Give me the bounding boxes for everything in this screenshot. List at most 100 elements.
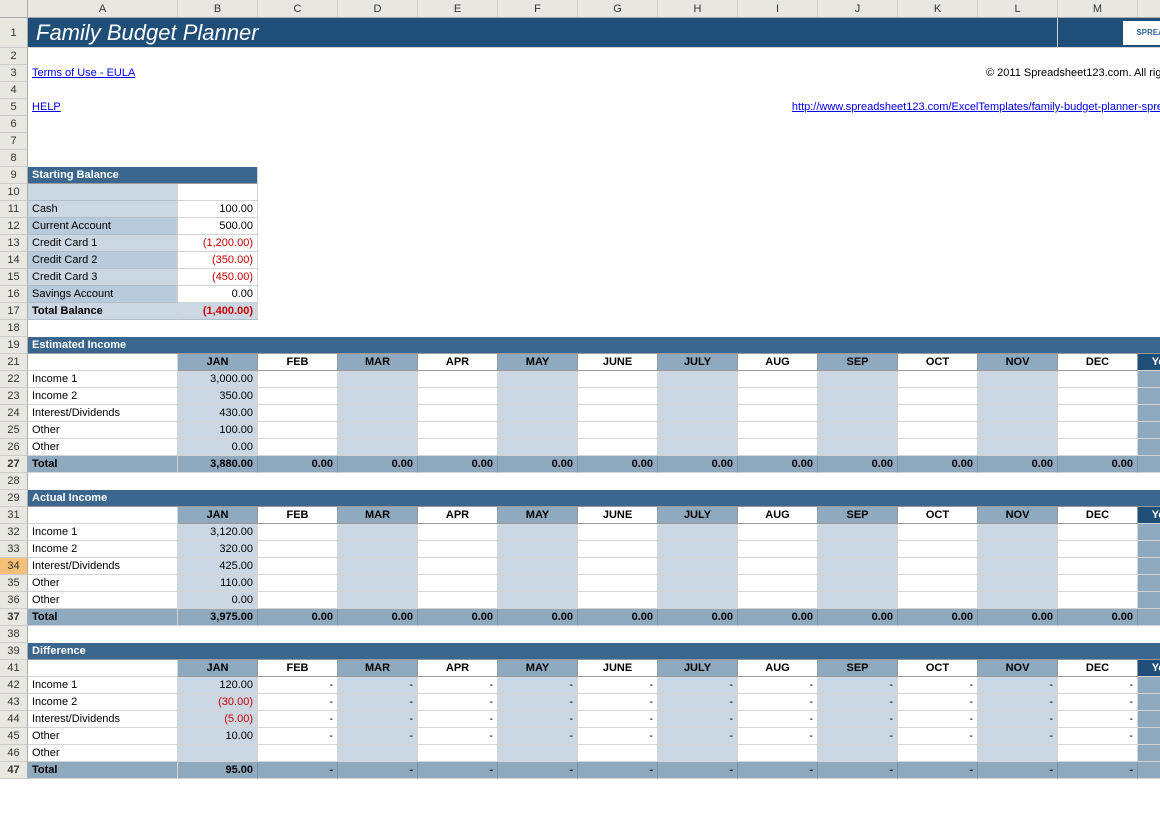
col-header-D[interactable]: D <box>338 0 418 17</box>
balance-value[interactable]: (350.00) <box>178 252 258 269</box>
income-cell[interactable] <box>338 422 418 439</box>
income-label[interactable]: Income 1 <box>28 371 178 388</box>
income-cell[interactable] <box>338 439 418 456</box>
income-cell[interactable] <box>418 439 498 456</box>
income-cell[interactable] <box>978 575 1058 592</box>
income-cell[interactable]: 425.00 <box>178 558 258 575</box>
income-cell[interactable]: - <box>978 677 1058 694</box>
income-cell[interactable] <box>978 745 1058 762</box>
row-header-5[interactable]: 5 <box>0 99 28 116</box>
income-cell[interactable] <box>1058 439 1138 456</box>
income-cell[interactable] <box>418 575 498 592</box>
row-header-21[interactable]: 21 <box>0 354 28 371</box>
balance-value[interactable]: 100.00 <box>178 201 258 218</box>
income-cell[interactable] <box>738 558 818 575</box>
income-cell[interactable] <box>258 388 338 405</box>
row-header-28[interactable]: 28 <box>0 473 28 490</box>
income-cell[interactable]: - <box>498 694 578 711</box>
income-cell[interactable] <box>1058 405 1138 422</box>
income-cell[interactable] <box>258 422 338 439</box>
income-cell[interactable] <box>658 422 738 439</box>
income-cell[interactable] <box>898 575 978 592</box>
income-cell[interactable]: - <box>418 711 498 728</box>
balance-label[interactable]: Savings Account <box>28 286 178 303</box>
income-cell[interactable] <box>738 405 818 422</box>
income-cell[interactable] <box>338 388 418 405</box>
income-cell[interactable]: - <box>578 728 658 745</box>
income-cell[interactable] <box>498 405 578 422</box>
income-label[interactable]: Other <box>28 745 178 762</box>
income-label[interactable]: Income 1 <box>28 677 178 694</box>
income-label[interactable]: Other <box>28 575 178 592</box>
row-header-1[interactable]: 1 <box>0 18 28 48</box>
income-cell[interactable] <box>818 745 898 762</box>
income-cell[interactable] <box>338 524 418 541</box>
income-cell[interactable]: (5.00) <box>178 711 258 728</box>
income-cell[interactable] <box>738 439 818 456</box>
income-cell[interactable] <box>578 575 658 592</box>
income-cell[interactable]: - <box>738 711 818 728</box>
income-cell[interactable] <box>658 541 738 558</box>
income-cell[interactable]: - <box>1058 677 1138 694</box>
income-cell[interactable] <box>338 745 418 762</box>
income-cell[interactable]: 3,120.00 <box>178 524 258 541</box>
income-cell[interactable]: 10.00 <box>178 728 258 745</box>
row-header-8[interactable]: 8 <box>0 150 28 167</box>
income-cell[interactable] <box>738 524 818 541</box>
income-cell[interactable]: 110.00 <box>178 575 258 592</box>
row-header-4[interactable]: 4 <box>0 82 28 99</box>
terms-link[interactable]: Terms of Use - EULA <box>32 67 135 79</box>
row-header-15[interactable]: 15 <box>0 269 28 286</box>
income-cell[interactable]: - <box>498 711 578 728</box>
income-cell[interactable] <box>978 592 1058 609</box>
col-header-E[interactable]: E <box>418 0 498 17</box>
income-cell[interactable] <box>898 405 978 422</box>
row-header-22[interactable]: 22 <box>0 371 28 388</box>
income-cell[interactable]: - <box>898 711 978 728</box>
col-header-N[interactable]: N <box>1138 0 1160 17</box>
income-cell[interactable] <box>738 575 818 592</box>
income-cell[interactable] <box>498 388 578 405</box>
income-cell[interactable]: 430.00 <box>178 405 258 422</box>
income-cell[interactable] <box>978 524 1058 541</box>
income-cell[interactable]: - <box>818 711 898 728</box>
income-cell[interactable] <box>658 405 738 422</box>
income-cell[interactable] <box>418 371 498 388</box>
income-cell[interactable] <box>818 388 898 405</box>
income-cell[interactable]: (30.00) <box>178 694 258 711</box>
row-header-43[interactable]: 43 <box>0 694 28 711</box>
income-cell[interactable] <box>898 388 978 405</box>
row-header-3[interactable]: 3 <box>0 65 28 82</box>
income-cell[interactable] <box>818 439 898 456</box>
row-header-29[interactable]: 29 <box>0 490 28 507</box>
income-cell[interactable] <box>978 541 1058 558</box>
income-cell[interactable] <box>418 422 498 439</box>
col-header-M[interactable]: M <box>1058 0 1138 17</box>
income-cell[interactable]: 320.00 <box>178 541 258 558</box>
row-header-33[interactable]: 33 <box>0 541 28 558</box>
income-cell[interactable] <box>1058 371 1138 388</box>
income-cell[interactable] <box>658 558 738 575</box>
income-cell[interactable] <box>418 388 498 405</box>
balance-value[interactable]: 0.00 <box>178 286 258 303</box>
income-cell[interactable] <box>258 439 338 456</box>
row-header-45[interactable]: 45 <box>0 728 28 745</box>
income-cell[interactable] <box>738 388 818 405</box>
col-header-A[interactable]: A <box>28 0 178 17</box>
income-cell[interactable] <box>978 422 1058 439</box>
income-cell[interactable] <box>658 524 738 541</box>
income-cell[interactable] <box>578 405 658 422</box>
row-header-11[interactable]: 11 <box>0 201 28 218</box>
col-header-K[interactable]: K <box>898 0 978 17</box>
income-cell[interactable]: - <box>1058 694 1138 711</box>
income-cell[interactable] <box>258 575 338 592</box>
income-cell[interactable]: - <box>258 677 338 694</box>
income-cell[interactable]: - <box>578 711 658 728</box>
income-cell[interactable]: - <box>1058 711 1138 728</box>
income-cell[interactable] <box>258 405 338 422</box>
income-cell[interactable]: - <box>258 728 338 745</box>
income-cell[interactable] <box>338 541 418 558</box>
row-header-44[interactable]: 44 <box>0 711 28 728</box>
row-header-36[interactable]: 36 <box>0 592 28 609</box>
income-cell[interactable] <box>498 745 578 762</box>
